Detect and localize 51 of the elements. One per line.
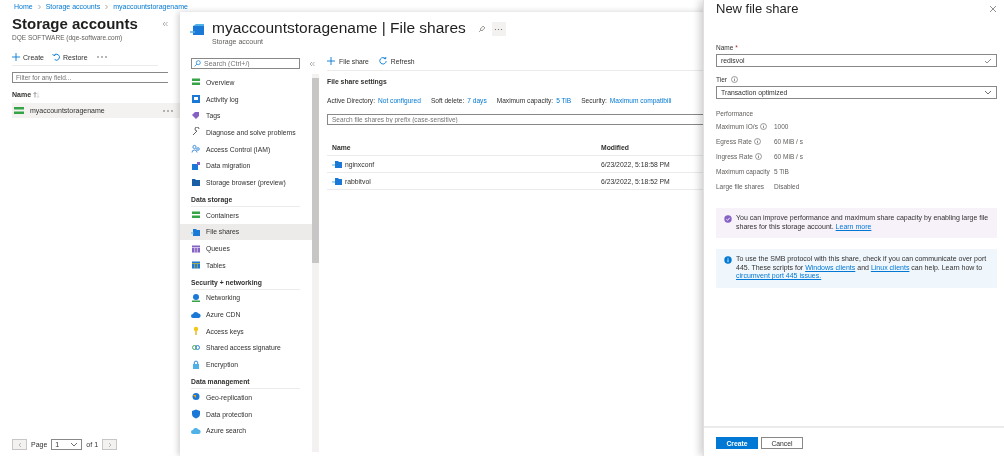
chevron-right-icon (36, 3, 42, 10)
folder-icon (191, 226, 201, 237)
info-icon (724, 256, 732, 264)
shield-icon (191, 409, 201, 420)
pin-icon[interactable] (477, 25, 486, 33)
collapse-icon[interactable] (309, 60, 315, 67)
globe-icon (191, 292, 201, 303)
cloud-icon (191, 425, 201, 436)
tag-icon (191, 110, 201, 121)
chevron-right-icon (104, 3, 110, 10)
chevron-left-icon (17, 441, 22, 448)
sort-icon (33, 91, 41, 98)
blade-title: myaccountstoragename | File shares (212, 19, 466, 37)
link-icon (191, 342, 201, 353)
grid-icon (191, 243, 201, 254)
file-share-icon (332, 160, 342, 168)
globe-icon (191, 392, 201, 403)
chevron-down-icon (984, 90, 992, 95)
page-title: Storage accounts (12, 15, 138, 32)
check-badge-icon (724, 215, 732, 223)
grid-icon (191, 260, 201, 271)
box-icon (191, 160, 201, 171)
collapse-icon[interactable] (162, 20, 168, 27)
previous-page-button[interactable] (12, 439, 27, 450)
panel-title: New file share (716, 1, 799, 16)
info-icon (730, 76, 738, 83)
more-button[interactable] (491, 22, 506, 36)
folder-icon (191, 177, 201, 188)
close-icon[interactable] (989, 4, 997, 13)
next-page-button[interactable] (102, 439, 118, 450)
cloud-icon (191, 309, 201, 320)
storage-icon (14, 107, 24, 114)
square-icon (191, 94, 201, 105)
file-share-icon (332, 177, 342, 185)
plus-icon (327, 57, 335, 65)
lock-icon (191, 359, 201, 370)
plus-icon (12, 53, 20, 61)
chevron-down-icon (70, 442, 79, 447)
refresh-icon (378, 57, 387, 65)
bars-icon (191, 210, 201, 221)
undo-icon (52, 53, 60, 61)
more-icon[interactable] (95, 55, 108, 59)
chevron-right-icon (107, 441, 112, 448)
key-icon (191, 326, 201, 337)
people-icon (191, 144, 201, 155)
bars-icon (191, 77, 201, 88)
checkmark-icon (984, 57, 992, 64)
wrench-icon (191, 127, 201, 138)
more-icon[interactable] (162, 108, 174, 113)
scrollbar[interactable] (312, 74, 319, 452)
storage-account-icon (190, 23, 206, 37)
